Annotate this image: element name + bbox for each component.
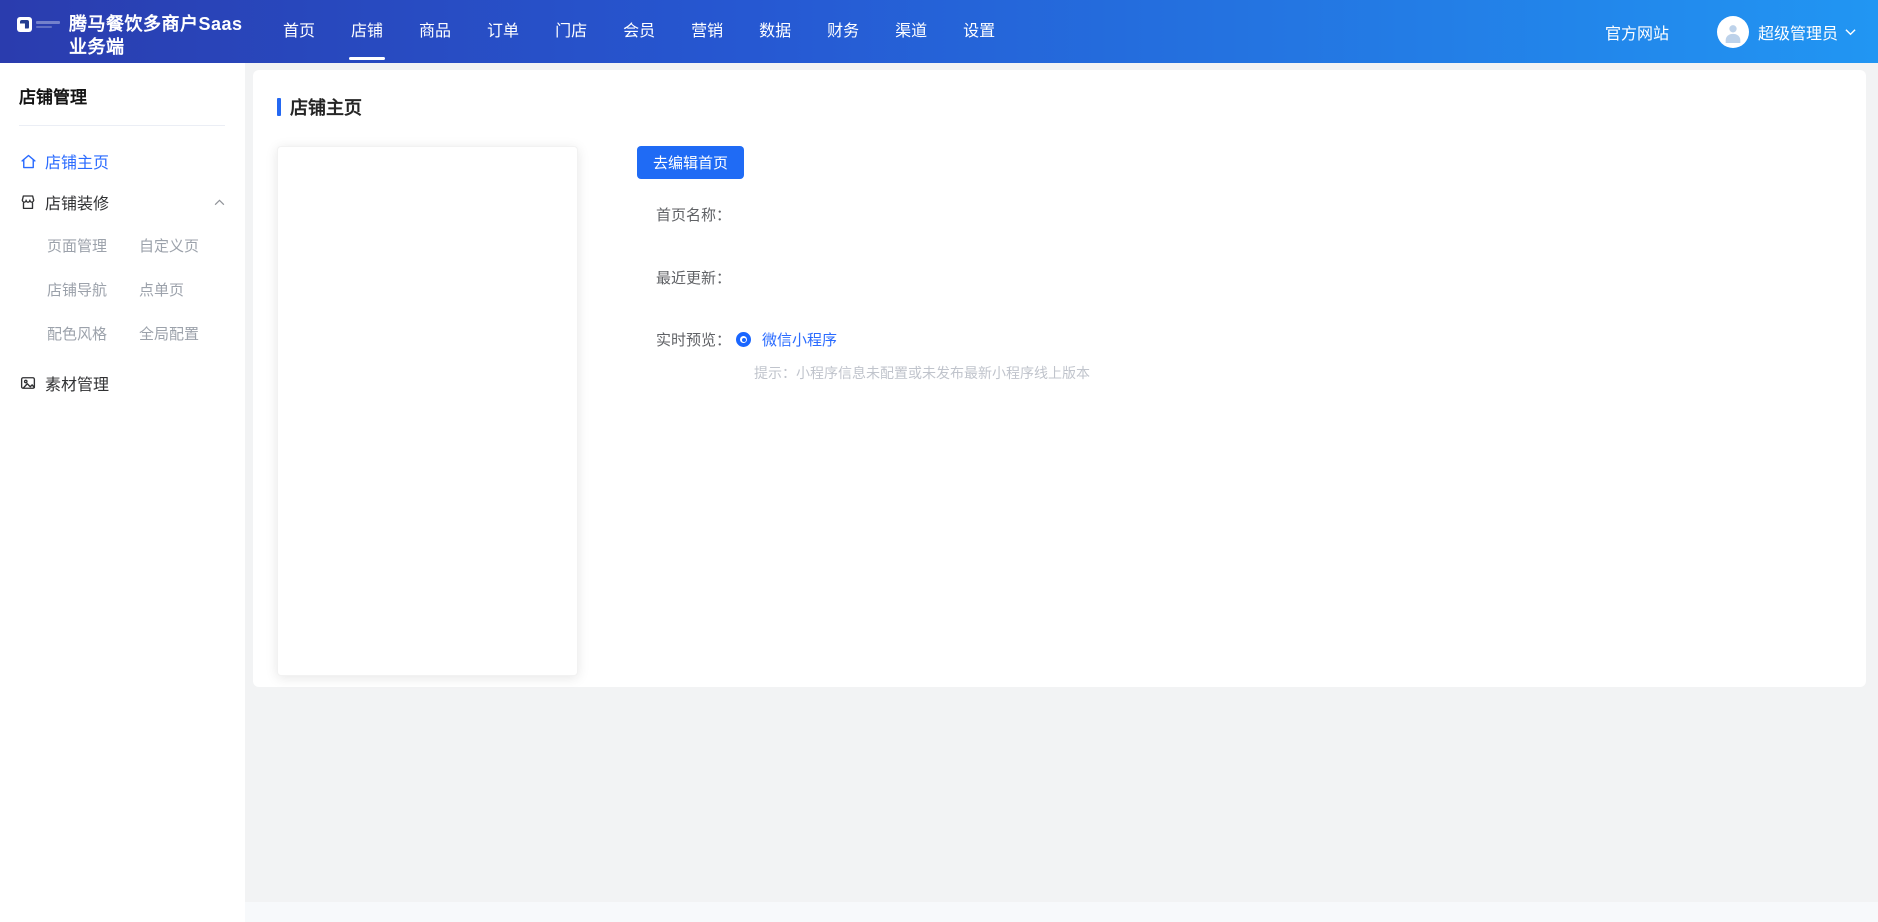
content-card: 店铺主页 去编辑首页 首页名称： 最近更新： 实时预览： 微信小程序 提示：小程… <box>253 70 1866 687</box>
homepage-detail: 去编辑首页 首页名称： 最近更新： 实时预览： 微信小程序 提示：小程序信息未配… <box>637 146 1090 676</box>
realtime-preview-label: 实时预览： <box>656 329 731 350</box>
nav-item-shop[interactable]: 店铺 <box>349 0 385 63</box>
logo-subtext <box>36 21 60 28</box>
nav-item-settings[interactable]: 设置 <box>961 0 997 63</box>
section-title: 店铺主页 <box>277 94 1866 120</box>
last-update-label: 最近更新： <box>656 267 1090 288</box>
chevron-down-icon[interactable] <box>1845 28 1856 36</box>
app-title: 腾马餐饮多商户Saas业务端 <box>69 13 245 59</box>
sub-item-custom-page[interactable]: 自定义页 <box>139 235 225 256</box>
sidebar-item-material-management[interactable]: 素材管理 <box>19 371 225 395</box>
sub-item-global-config[interactable]: 全局配置 <box>139 323 225 344</box>
nav-item-home[interactable]: 首页 <box>281 0 317 63</box>
sidebar-item-label: 店铺装修 <box>45 190 109 214</box>
sidebar-divider <box>19 125 225 126</box>
brand: 腾马餐饮多商户Saas业务端 <box>0 5 245 59</box>
logo <box>17 17 60 32</box>
nav-item-marketing[interactable]: 营销 <box>689 0 725 63</box>
wechat-miniprogram-link[interactable]: 微信小程序 <box>762 329 837 350</box>
official-website-link[interactable]: 官方网站 <box>1605 20 1669 44</box>
logo-icon <box>17 17 32 32</box>
sidebar-item-label: 店铺主页 <box>45 149 109 173</box>
home-icon <box>19 152 37 170</box>
sidebar-item-shop-homepage[interactable]: 店铺主页 <box>19 149 225 173</box>
nav-item-goods[interactable]: 商品 <box>417 0 453 63</box>
nav-item-members[interactable]: 会员 <box>621 0 657 63</box>
nav-item-orders[interactable]: 订单 <box>485 0 521 63</box>
nav-item-finance[interactable]: 财务 <box>825 0 861 63</box>
footer-strip <box>245 902 1878 922</box>
homepage-preview-panel <box>277 146 578 676</box>
sub-item-shop-navigation[interactable]: 店铺导航 <box>47 279 139 300</box>
main-area: 店铺主页 去编辑首页 首页名称： 最近更新： 实时预览： 微信小程序 提示：小程… <box>245 63 1878 922</box>
sidebar-item-shop-decoration[interactable]: 店铺装修 <box>19 190 225 214</box>
nav-item-channels[interactable]: 渠道 <box>893 0 929 63</box>
store-icon <box>19 193 37 211</box>
miniprogram-hint: 提示：小程序信息未配置或未发布最新小程序线上版本 <box>754 363 1090 383</box>
sub-item-page-management[interactable]: 页面管理 <box>47 235 139 256</box>
edit-homepage-button[interactable]: 去编辑首页 <box>637 146 744 179</box>
main-nav: 首页 店铺 商品 订单 门店 会员 营销 数据 财务 渠道 设置 <box>281 0 997 63</box>
sidebar-submenu: 页面管理 自定义页 店铺导航 点单页 配色风格 全局配置 <box>19 235 225 344</box>
nav-item-data[interactable]: 数据 <box>757 0 793 63</box>
page-title: 店铺主页 <box>290 94 362 120</box>
wechat-miniprogram-radio[interactable] <box>736 332 751 347</box>
sidebar-item-label: 素材管理 <box>45 371 109 395</box>
page-body: 店铺管理 店铺主页 店铺装修 <box>0 63 1878 922</box>
current-user-label[interactable]: 超级管理员 <box>1758 20 1838 44</box>
nav-item-stores[interactable]: 门店 <box>553 0 589 63</box>
section-title-bar <box>277 98 281 116</box>
top-bar: 腾马餐饮多商户Saas业务端 首页 店铺 商品 订单 门店 会员 营销 数据 财… <box>0 0 1878 63</box>
sub-item-order-page[interactable]: 点单页 <box>139 279 225 300</box>
image-icon <box>19 374 37 392</box>
sidebar: 店铺管理 店铺主页 店铺装修 <box>0 63 245 922</box>
avatar[interactable] <box>1717 16 1749 48</box>
sub-item-color-style[interactable]: 配色风格 <box>47 323 139 344</box>
sidebar-title: 店铺管理 <box>19 83 225 108</box>
home-name-label: 首页名称： <box>656 204 1090 225</box>
realtime-preview-row: 实时预览： 微信小程序 <box>656 329 1090 350</box>
chevron-up-icon[interactable] <box>214 199 225 206</box>
user-icon <box>1722 21 1744 43</box>
header-right: 官方网站 超级管理员 <box>1605 16 1878 48</box>
